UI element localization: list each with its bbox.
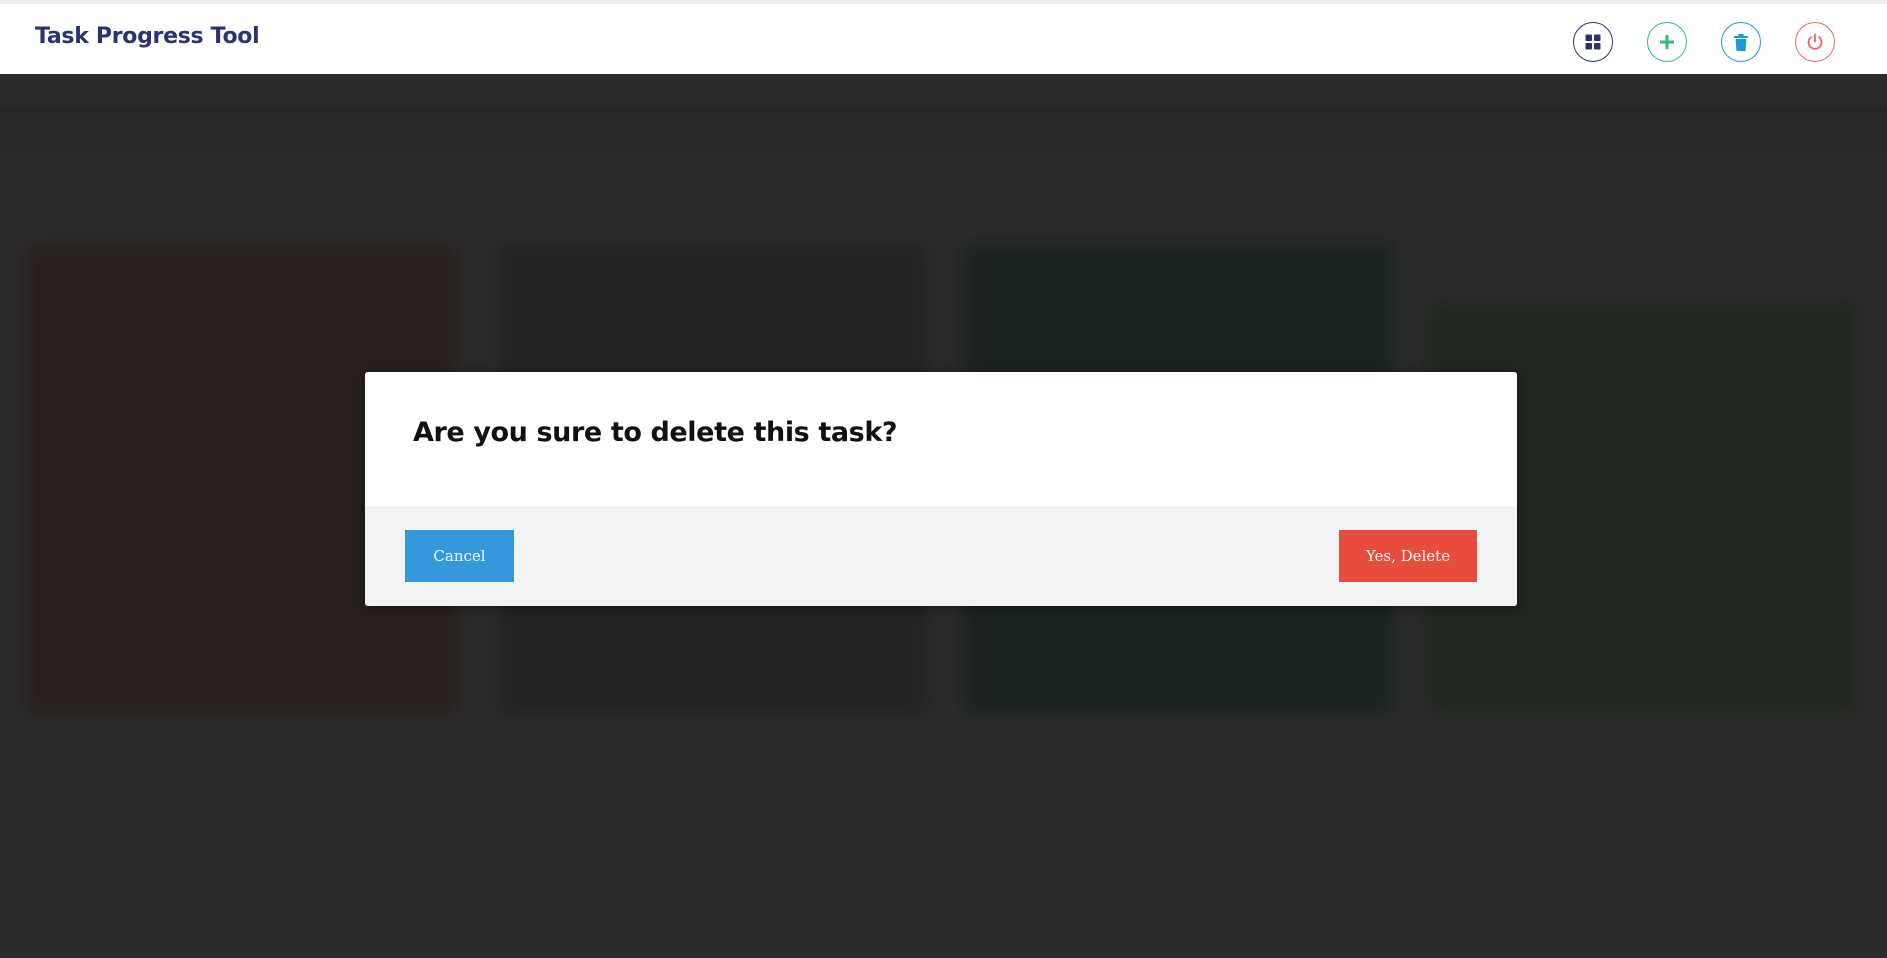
dialog-body: Are you sure to delete this task? <box>365 372 1517 506</box>
confirm-delete-button[interactable]: Yes, Delete <box>1339 530 1477 582</box>
delete-task-button[interactable] <box>1721 22 1761 62</box>
delete-confirm-dialog: Are you sure to delete this task? Cancel… <box>365 372 1517 606</box>
dialog-footer: Cancel Yes, Delete <box>365 506 1517 606</box>
dashboard-grid-icon <box>1585 34 1601 50</box>
dashboard-button[interactable] <box>1573 22 1613 62</box>
plus-icon <box>1659 34 1675 50</box>
page: Task Progress Tool Are you sure to delet… <box>0 0 1887 958</box>
logout-button[interactable] <box>1795 22 1835 62</box>
cancel-button[interactable]: Cancel <box>405 530 514 582</box>
dialog-title: Are you sure to delete this task? <box>413 417 898 448</box>
trash-icon <box>1734 33 1748 51</box>
top-header: Task Progress Tool <box>0 0 1887 74</box>
power-icon <box>1806 33 1824 51</box>
app-title: Task Progress Tool <box>35 24 260 49</box>
add-task-button[interactable] <box>1647 22 1687 62</box>
